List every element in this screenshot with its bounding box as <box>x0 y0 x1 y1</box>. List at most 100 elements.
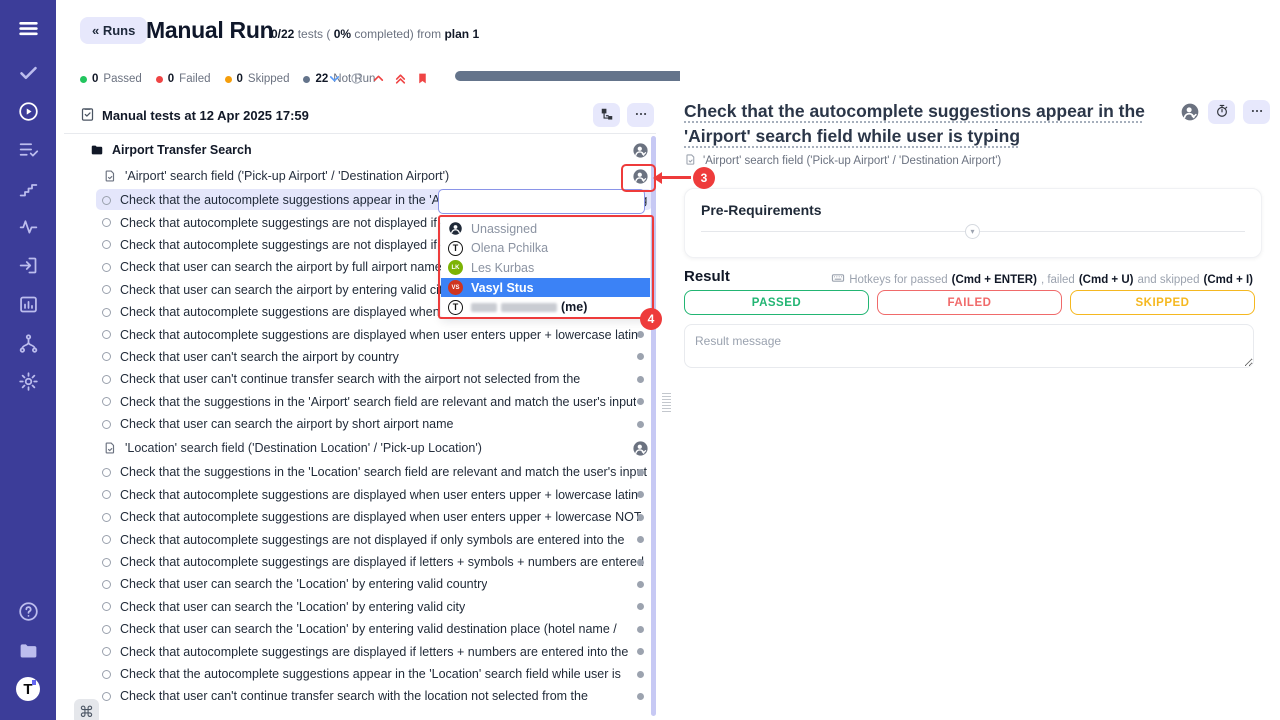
test-status-ring <box>102 196 111 205</box>
keyboard-icon <box>831 271 845 288</box>
ellipsis-icon <box>1250 104 1264 121</box>
status-passed[interactable]: 0 Passed <box>80 73 142 85</box>
suite-doc-row[interactable]: 'Airport' search field ('Pick-up Airport… <box>56 163 658 189</box>
sidebar-steps-icon[interactable] <box>16 176 40 200</box>
priority-filter-icons <box>328 72 429 85</box>
test-row[interactable]: Check that user can search the airport b… <box>56 413 658 435</box>
not-run-dot <box>637 398 644 405</box>
skipped-button[interactable]: SKIPPED <box>1070 290 1255 315</box>
not-run-dot <box>637 353 644 360</box>
circle-icon[interactable] <box>350 72 363 85</box>
test-row[interactable]: Check that the autocomplete suggestions … <box>56 663 658 685</box>
test-status-ring <box>102 535 111 544</box>
more-options-button[interactable] <box>627 103 654 127</box>
test-row[interactable]: Check that autocomplete suggestions are … <box>56 484 658 506</box>
sidebar-chart-icon[interactable] <box>16 292 40 316</box>
annotation-box-dropdown <box>438 215 654 319</box>
not-run-dot <box>637 671 644 678</box>
tree-view-button[interactable] <box>593 103 620 127</box>
test-row[interactable]: Check that user can't continue transfer … <box>56 368 658 390</box>
result-message-input[interactable] <box>684 324 1254 368</box>
more-options-button[interactable] <box>1243 100 1270 124</box>
passed-button[interactable]: PASSED <box>684 290 869 315</box>
not-run-dot <box>637 581 644 588</box>
test-actions <box>1180 100 1270 124</box>
test-row[interactable]: Check that user can't search the airport… <box>56 346 658 368</box>
test-row[interactable]: Check that user can search the 'Location… <box>56 596 658 618</box>
test-status-ring <box>102 263 111 272</box>
checklist-icon <box>80 107 95 127</box>
test-status-ring <box>102 647 111 656</box>
sidebar-menu-icon[interactable] <box>16 16 40 40</box>
test-status-ring <box>102 602 111 611</box>
status-dot <box>225 76 232 83</box>
not-run-dot <box>637 491 644 498</box>
test-status-ring <box>102 558 111 567</box>
test-row[interactable]: Check that autocomplete suggestings are … <box>56 528 658 550</box>
assign-user-icon[interactable] <box>632 440 649 457</box>
test-row[interactable]: Check that user can't continue transfer … <box>56 685 658 707</box>
sidebar-check-icon[interactable] <box>16 60 40 84</box>
test-status-ring <box>102 580 111 589</box>
test-row[interactable]: Check that the suggestions in the 'Airpo… <box>56 391 658 413</box>
chevrons-up-icon[interactable] <box>394 72 407 85</box>
not-run-dot <box>637 421 644 428</box>
timer-button[interactable] <box>1208 100 1235 124</box>
test-status-ring <box>102 218 111 227</box>
test-status-ring <box>102 513 111 522</box>
pre-requirements-title: Pre-Requirements <box>701 202 822 218</box>
test-status-ring <box>102 670 111 679</box>
expand-toggle[interactable]: ▾ <box>965 224 980 239</box>
sidebar-branch-icon[interactable] <box>16 331 40 355</box>
status-dot <box>80 76 87 83</box>
test-status-ring <box>102 468 111 477</box>
test-row[interactable]: Check that user can search the 'Location… <box>56 573 658 595</box>
sidebar-help-icon[interactable] <box>16 599 40 623</box>
failed-button[interactable]: FAILED <box>877 290 1062 315</box>
chevron-down-icon[interactable] <box>328 72 341 85</box>
assign-user-icon[interactable] <box>1180 102 1200 122</box>
sidebar-gear-icon[interactable] <box>16 369 40 393</box>
plan-link[interactable]: plan 1 <box>444 27 479 41</box>
panel-resize-handle[interactable] <box>662 393 671 412</box>
test-row[interactable]: Check that user can search the 'Location… <box>56 618 658 640</box>
annotation-arrow <box>661 176 691 179</box>
test-title[interactable]: Check that the autocomplete suggestions … <box>684 99 1162 149</box>
sidebar-play-circle-icon[interactable] <box>16 99 40 123</box>
not-run-dot <box>637 331 644 338</box>
page-title: Manual Run <box>146 17 273 44</box>
assign-user-icon[interactable] <box>632 142 649 159</box>
sidebar-list-check-icon[interactable] <box>16 137 40 161</box>
sidebar-sign-in-icon[interactable] <box>16 253 40 277</box>
command-key-hint[interactable]: ⌘ <box>74 699 99 720</box>
tests-fraction: 0/22 <box>271 27 294 41</box>
back-to-runs-button[interactable]: « Runs <box>80 17 147 44</box>
stopwatch-icon <box>1215 104 1229 121</box>
breadcrumb[interactable]: 'Airport' search field ('Pick-up Airport… <box>684 153 1001 169</box>
test-row[interactable]: Check that autocomplete suggestings are … <box>56 551 658 573</box>
percent-complete: 0% <box>334 27 351 41</box>
test-row[interactable]: Check that autocomplete suggestions are … <box>56 323 658 345</box>
chevron-up-icon[interactable] <box>372 72 385 85</box>
document-icon <box>103 441 117 455</box>
sidebar-logo-icon[interactable]: T <box>16 677 40 701</box>
test-status-ring <box>102 330 111 339</box>
sidebar-activity-icon[interactable] <box>16 214 40 238</box>
sidebar-folder-stack-icon[interactable] <box>16 638 40 662</box>
test-status-ring <box>102 692 111 701</box>
bookmark-icon[interactable] <box>416 72 429 85</box>
assignee-search-input[interactable] <box>438 189 645 214</box>
result-section-title: Result <box>684 268 730 285</box>
test-status-ring <box>102 285 111 294</box>
annotation-step-4: 4 <box>640 308 662 330</box>
test-status-ring <box>102 240 111 249</box>
status-failed[interactable]: 0 Failed <box>156 73 211 85</box>
test-row[interactable]: Check that autocomplete suggestions are … <box>56 506 658 528</box>
status-skipped[interactable]: 0 Skipped <box>225 73 290 85</box>
test-row[interactable]: Check that the suggestions in the 'Locat… <box>56 461 658 483</box>
not-run-dot <box>637 514 644 521</box>
suite-doc-row[interactable]: 'Location' search field ('Destination Lo… <box>56 435 658 461</box>
test-row[interactable]: Check that autocomplete suggestings are … <box>56 640 658 662</box>
test-detail-panel: Check that the autocomplete suggestions … <box>680 0 1280 720</box>
suite-folder-row[interactable]: Airport Transfer Search <box>56 137 658 163</box>
